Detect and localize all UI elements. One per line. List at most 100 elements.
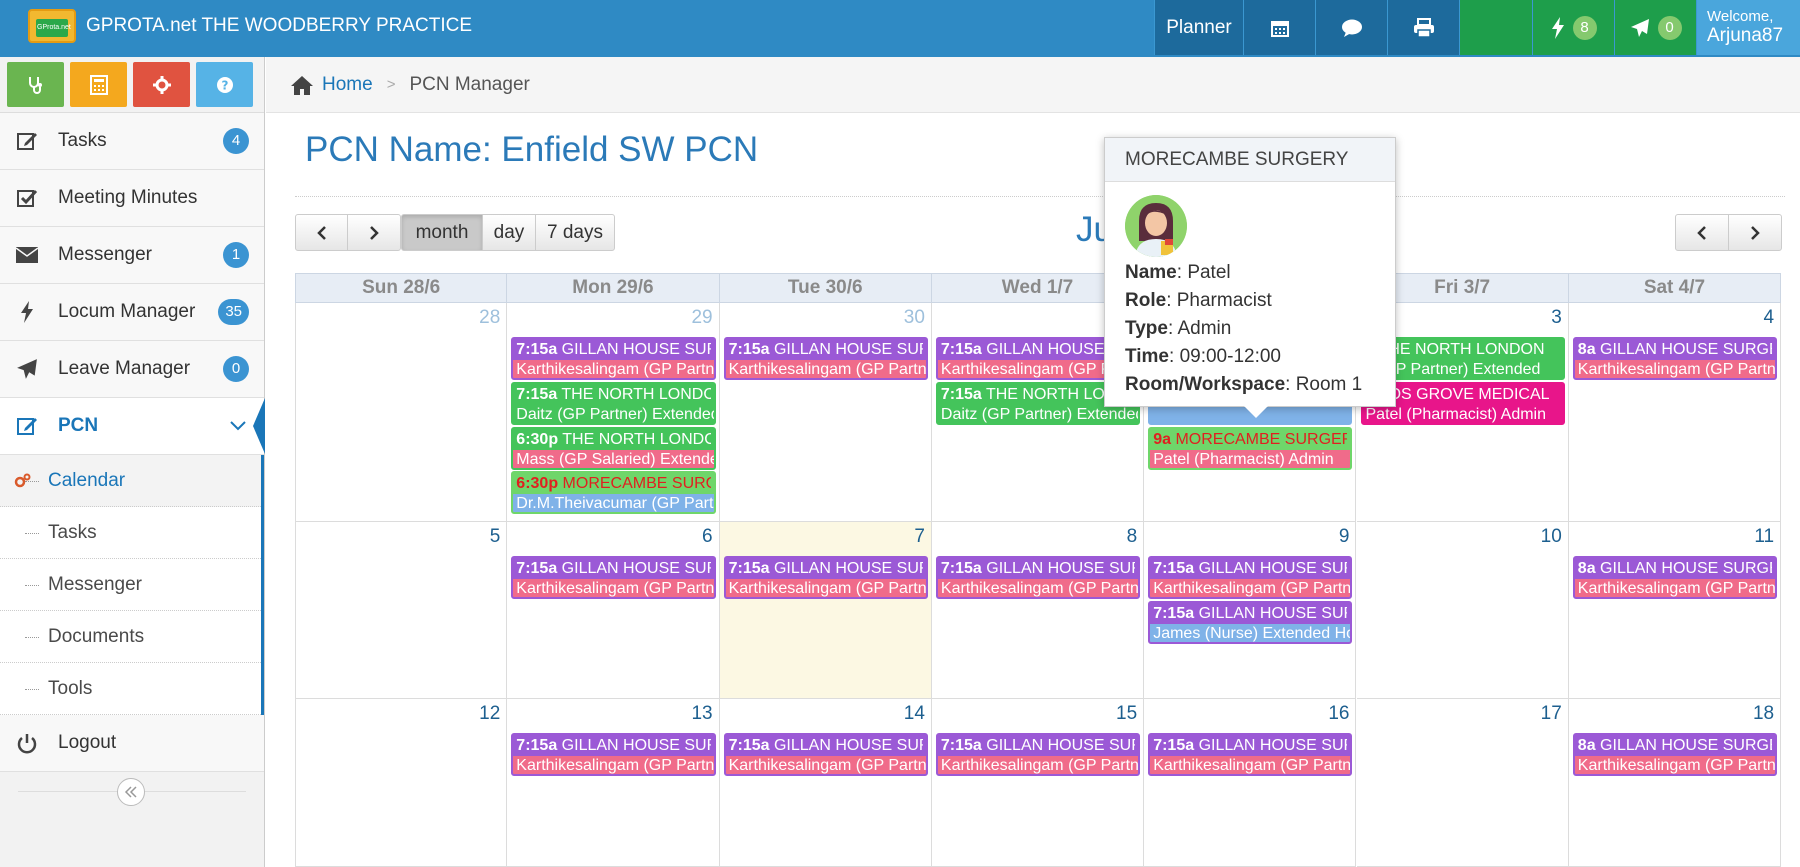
day-number[interactable]: 6 — [702, 526, 713, 548]
next-button[interactable] — [347, 214, 401, 251]
calendar-nav-button[interactable] — [1243, 0, 1315, 55]
view-month-button[interactable]: month — [401, 214, 483, 251]
day-number[interactable]: 30 — [904, 307, 925, 329]
day-cell[interactable]: 17 — [1356, 699, 1569, 867]
day-number[interactable]: 16 — [1328, 703, 1349, 725]
day-cell[interactable]: 30 — [719, 303, 932, 522]
calendar-event[interactable]: 7:15a GILLAN HOUSE SURGERYKarthikesaling… — [1148, 733, 1353, 776]
calendar-event[interactable]: 6:30p MORECAMBE SURGERYDr.M.Theivacumar … — [511, 471, 716, 514]
help-shortcut[interactable]: ? — [196, 62, 253, 107]
calendar-event[interactable]: 7:15a GILLAN HOUSE SURGERYKarthikesaling… — [511, 733, 716, 776]
calendar-event[interactable]: 7:15a GILLAN HOUSE SURGERYKarthikesaling… — [935, 556, 1141, 599]
collapse-sidebar-button[interactable] — [117, 778, 145, 806]
day-number[interactable]: 28 — [479, 307, 500, 329]
calendar-event[interactable]: 7:15a GILLAN HOUSE SURGERYKarthikesaling… — [935, 733, 1141, 776]
leave-nav-button[interactable]: 0 — [1614, 0, 1696, 55]
calendar-event[interactable]: 7:15a GILLAN HOUSE SURGERYKarthikesaling… — [1148, 556, 1353, 599]
calendar-event[interactable]: 7:15a GILLAN HOUSE SURGERYKarthikesaling… — [511, 337, 716, 380]
day-cell[interactable]: 28 — [295, 303, 508, 522]
submenu-item-messenger[interactable]: Messenger — [0, 559, 261, 611]
view-day-button[interactable]: day — [482, 214, 536, 251]
day-cell[interactable]: 13 — [507, 699, 720, 867]
calendar-event[interactable]: 7:15a GILLAN HOUSE SURGERYKarthikesaling… — [723, 337, 928, 380]
day-number[interactable]: 10 — [1541, 526, 1562, 548]
day-number[interactable]: 8 — [1127, 526, 1138, 548]
calendar-event[interactable]: 7:15a THE NORTH LONDONDaitz (GP Partner)… — [511, 382, 716, 425]
day-number[interactable]: 18 — [1753, 703, 1774, 725]
day-cell[interactable]: 18 — [1568, 699, 1782, 867]
event-title: GILLAN HOUSE SURGERY — [561, 341, 711, 358]
day-number[interactable]: 11 — [1754, 526, 1774, 548]
day-number[interactable]: 12 — [479, 703, 500, 725]
page-title: PCN Name: Enfield SW PCN — [305, 130, 759, 169]
day-number[interactable]: 5 — [490, 526, 501, 548]
calendar-event[interactable]: 8a GILLAN HOUSE SURGERYKarthikesalingam … — [1572, 556, 1778, 599]
calendar-event[interactable]: 7:15a GILLAN HOUSE SURGERYKarthikesaling… — [723, 556, 928, 599]
calculator-shortcut[interactable] — [70, 62, 127, 107]
plane-icon — [1630, 18, 1649, 37]
submenu-item-tools[interactable]: Tools — [0, 663, 261, 715]
sidebar-item-tasks[interactable]: Tasks 4 — [0, 113, 264, 170]
app-name: GPROTA.net THE WOODBERRY PRACTICE — [86, 15, 473, 36]
sidebar-item-leave-manager[interactable]: Leave Manager 0 — [0, 341, 264, 398]
cogs-icon — [14, 472, 32, 496]
sidebar-item-messenger[interactable]: Messenger 1 — [0, 227, 264, 284]
calendar-event[interactable]: 7:15a GILLAN HOUSE SURGERYKarthikesaling… — [511, 556, 716, 599]
user-menu[interactable]: Welcome, Arjuna87 — [1696, 0, 1800, 55]
brand[interactable]: GProta.net GPROTA.net THE WOODBERRY PRAC… — [28, 9, 472, 43]
calendar-event[interactable]: 7:15a GILLAN HOUSE SURGERYJames (Nurse) … — [1148, 601, 1353, 644]
calendar-event[interactable]: 7:15a GILLAN HOUSE SURGERYKarthikesaling… — [723, 733, 928, 776]
planner-button[interactable]: Planner — [1154, 0, 1243, 55]
locum-nav-button[interactable]: 8 — [1532, 0, 1614, 55]
status-nav-button[interactable] — [1459, 0, 1532, 55]
day-number[interactable]: 14 — [904, 703, 925, 725]
day-cell[interactable]: 14 — [719, 699, 932, 867]
day-number[interactable]: 4 — [1764, 307, 1775, 329]
event-detail: Karthikesalingam (GP Partner) — [937, 579, 1139, 597]
day-number[interactable]: 15 — [1116, 703, 1137, 725]
day-number[interactable]: 9 — [1339, 526, 1350, 548]
time-label: Time — [1125, 346, 1170, 367]
clinical-shortcut[interactable] — [7, 62, 64, 107]
day-number[interactable]: 13 — [691, 703, 712, 725]
day-cell[interactable]: 16 — [1144, 699, 1357, 867]
messages-nav-button[interactable] — [1315, 0, 1387, 55]
day-cell[interactable]: 5 — [295, 522, 508, 699]
submenu-item-label: Calendar — [48, 469, 126, 491]
print-nav-button[interactable] — [1387, 0, 1459, 55]
day-cell[interactable]: 4 — [1568, 303, 1782, 522]
day-cell[interactable]: 10 — [1356, 522, 1569, 699]
day-cell[interactable]: 11 — [1568, 522, 1782, 699]
day-number[interactable]: 3 — [1551, 307, 1562, 329]
day-number[interactable]: 7 — [914, 526, 925, 548]
day-cell[interactable]: 15 — [931, 699, 1145, 867]
breadcrumb-home-link[interactable]: Home — [322, 74, 373, 96]
day-number[interactable]: 17 — [1541, 703, 1562, 725]
view-7days-button[interactable]: 7 days — [535, 214, 615, 251]
prev-button-right[interactable] — [1675, 214, 1729, 251]
submenu-item-tasks[interactable]: Tasks — [0, 507, 261, 559]
calendar-event[interactable]: 8a GILLAN HOUSE SURGERYKarthikesalingam … — [1572, 337, 1778, 380]
svg-text:?: ? — [221, 78, 228, 92]
event-time: 8a — [1577, 737, 1596, 754]
sidebar-item-locum-manager[interactable]: Locum Manager 35 — [0, 284, 264, 341]
day-number[interactable]: 29 — [691, 307, 712, 329]
settings-shortcut[interactable] — [133, 62, 190, 107]
event-title-line: 7:15a GILLAN HOUSE SURGERY — [516, 559, 710, 579]
next-button-right[interactable] — [1728, 214, 1782, 251]
calendar-event[interactable]: 6:30p THE NORTH LONDONMass (GP Salaried)… — [511, 427, 716, 470]
weekday-header: Sat 4/7 — [1568, 273, 1782, 303]
sidebar-item-logout[interactable]: Logout — [0, 715, 264, 772]
event-time: 7:15a — [516, 341, 558, 358]
submenu-item-calendar[interactable]: Calendar — [0, 455, 261, 507]
prev-button[interactable] — [295, 214, 348, 251]
sidebar-item-meeting-minutes[interactable]: Meeting Minutes — [0, 170, 264, 227]
day-cell[interactable]: 7 — [719, 522, 932, 699]
day-cell[interactable]: 6 — [507, 522, 720, 699]
sidebar-item-pcn[interactable]: PCN — [0, 398, 265, 455]
day-cell[interactable]: 8 — [931, 522, 1145, 699]
calendar-event[interactable]: 9a MORECAMBE SURGERY Patel (Pharmacist) A… — [1148, 427, 1353, 470]
submenu-item-documents[interactable]: Documents — [0, 611, 261, 663]
calendar-event[interactable]: 8a GILLAN HOUSE SURGERYKarthikesalingam … — [1572, 733, 1778, 776]
day-cell[interactable]: 12 — [295, 699, 508, 867]
